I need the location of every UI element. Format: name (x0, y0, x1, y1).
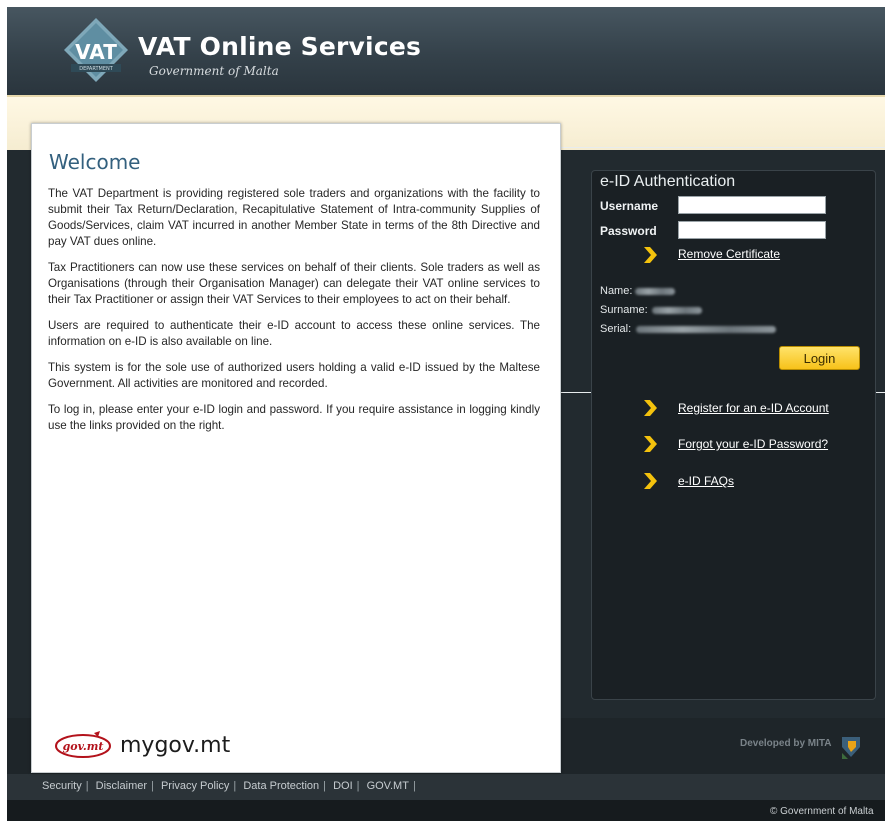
footer-separator: | (356, 780, 360, 792)
name-value-blurred (635, 288, 675, 295)
footer-link-govmt[interactable]: GOV.MT (367, 780, 409, 792)
surname-label: Surname: (600, 304, 648, 316)
footer-separator: | (233, 780, 237, 792)
welcome-paragraph: This system is for the sole use of autho… (48, 361, 540, 390)
mita-branding: Developed by MITA (740, 733, 864, 761)
username-label: Username (600, 199, 659, 213)
logo-subtext: DEPARTMENT (79, 66, 114, 72)
logo-text: VAT (75, 40, 117, 64)
mygov-logo[interactable]: gov.mt mygov.mt (54, 728, 230, 762)
bottom-bar (7, 800, 885, 821)
eid-title: e-ID Authentication (600, 173, 736, 190)
site-header: VAT DEPARTMENT VAT Online Services Gover… (7, 7, 885, 95)
footer-link-privacy-policy[interactable]: Privacy Policy (161, 780, 229, 792)
forgot-password-link[interactable]: Forgot your e-ID Password? (678, 437, 828, 451)
welcome-paragraph: To log in, please enter your e-ID login … (48, 403, 540, 432)
govmt-badge-icon: gov.mt (55, 731, 111, 758)
footer-link-security[interactable]: Security (42, 780, 82, 792)
surname-value-blurred (652, 307, 702, 314)
copyright-text: © Government of Malta (770, 806, 874, 817)
login-button[interactable]: Login (779, 346, 860, 370)
mita-subtext (740, 751, 832, 757)
password-input[interactable] (678, 221, 826, 239)
govmt-badge-text: gov.mt (63, 740, 104, 753)
footer-links: Security | Disclaimer | Privacy Policy | Da… (42, 780, 420, 792)
password-label: Password (600, 224, 657, 238)
mygov-text: mygov.mt (120, 732, 231, 758)
developed-by-text: Developed by MITA (740, 737, 832, 749)
vat-logo: VAT DEPARTMENT (64, 18, 128, 82)
eid-faqs-link[interactable]: e-ID FAQs (678, 474, 734, 488)
chevron-right-icon (644, 473, 657, 489)
mita-logo-icon (841, 737, 860, 759)
site-title: VAT Online Services (138, 32, 422, 61)
remove-certificate-link[interactable]: Remove Certificate (678, 247, 780, 261)
footer-separator: | (412, 780, 416, 792)
register-eid-link[interactable]: Register for an e-ID Account (678, 401, 829, 415)
welcome-paragraph: The VAT Department is providing register… (48, 187, 540, 248)
chevron-right-icon (644, 400, 657, 416)
footer-separator: | (151, 780, 154, 792)
serial-label: Serial: (600, 323, 632, 335)
welcome-paragraph: Tax Practitioners can now use these serv… (48, 261, 540, 306)
footer-link-disclaimer[interactable]: Disclaimer (96, 780, 147, 792)
welcome-panel: Welcome The VAT Department is providing … (31, 123, 561, 773)
chevron-right-icon (644, 247, 657, 263)
chevron-right-icon (644, 436, 657, 452)
footer-link-doi[interactable]: DOI (333, 780, 353, 792)
welcome-paragraph: Users are required to authenticate their… (48, 319, 540, 348)
eid-panel: e-ID Authentication Username Password Re… (591, 170, 876, 700)
footer-separator: | (323, 780, 327, 792)
welcome-text: The VAT Department is providing register… (48, 186, 540, 444)
welcome-title: Welcome (49, 150, 141, 174)
footer-separator: | (85, 780, 89, 792)
serial-value-blurred (636, 326, 776, 333)
footer-link-data-protection[interactable]: Data Protection (243, 780, 319, 792)
divider-line-top (559, 147, 885, 148)
page: VAT DEPARTMENT VAT Online Services Gover… (0, 0, 885, 821)
username-input[interactable] (678, 196, 826, 214)
site-subtitle: Government of Malta (149, 64, 279, 78)
name-label: Name: (600, 285, 633, 297)
